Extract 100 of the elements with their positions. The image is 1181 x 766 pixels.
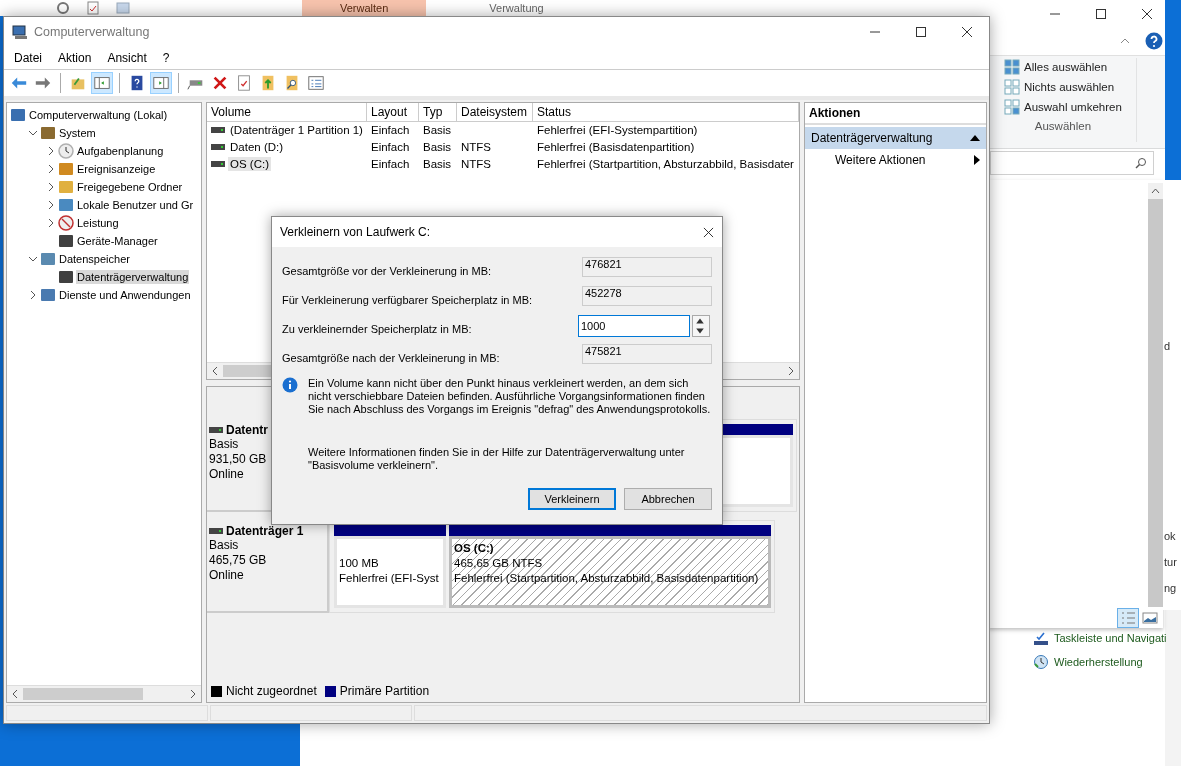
close-icon[interactable] [703,226,714,238]
readonly-field: 476821 [582,257,712,277]
legend-label: Nicht zugeordnet [226,684,317,698]
drive-icon [58,269,74,285]
chevron-down-icon[interactable] [28,128,38,138]
chevron-right-icon[interactable] [46,182,56,192]
tree-item[interactable]: Computerverwaltung (Lokal) [28,108,169,122]
close-icon[interactable] [1141,8,1153,20]
submenu-triangle-icon [974,155,980,165]
tree-item[interactable]: Ereignisanzeige [76,162,157,176]
panel-header: Aktionen [805,103,986,125]
window-title: Computerverwaltung [34,25,150,39]
spin-up-icon[interactable] [693,316,707,326]
scrollbar[interactable] [1148,183,1163,607]
tree-item[interactable]: Aufgabenplanung [76,144,165,158]
dialog-title: Verkleinern von Laufwerk C: [280,225,431,239]
table-cell-text: Einfach [370,157,411,170]
ribbon-button[interactable]: Nichts auswählen [1002,78,1124,96]
disk-size: 465,75 GB [209,553,268,568]
disk-type: Basis [209,538,240,553]
tree-item[interactable]: Freigegebene Ordner [76,180,184,194]
tree-item[interactable]: Datenspeicher [58,252,131,266]
table-cell-text: Fehlerfrei (Startpartition, Absturzabbild, Basisdater [536,157,795,170]
legend-label: Primäre Partition [339,684,430,698]
chevron-right-icon[interactable] [46,218,56,228]
table-cell-text: Fehlerfrei (EFI-Systempartition) [536,123,699,136]
table-cell[interactable]: Daten (D:) [228,139,286,154]
ribbon-tab[interactable]: Verwaltung [451,0,582,16]
tree-item[interactable]: Lokale Benutzer und Gr [76,198,195,212]
help-icon[interactable] [1145,32,1163,50]
maximize-icon[interactable] [1095,8,1107,20]
action-section[interactable]: Datenträgerverwaltung [805,127,986,149]
menu-item[interactable]: Aktion [50,49,100,67]
action-item[interactable]: Weitere Aktionen [805,149,986,171]
collapse-triangle-icon [970,135,980,141]
table-cell-text: Einfach [370,123,411,136]
drive-icon [209,528,223,534]
chevron-down-icon[interactable] [28,254,38,264]
tree-item[interactable]: System [58,126,97,140]
drive-icon [211,160,225,167]
help-text: Weitere Informationen finden Sie in der Hilfe zur Datenträgerverwaltung unter "Basisvolume verkleinern". [308,446,686,472]
table-cell[interactable]: (Datenträger 1 Partition 1) [228,122,365,137]
dialog-button[interactable]: Abbrechen [624,488,712,510]
table-cell[interactable]: OS (C:) [228,156,271,171]
scrollbar[interactable] [7,685,201,702]
chevron-right-icon[interactable] [28,290,38,300]
gauge-icon [58,215,74,231]
delete-icon [211,74,229,92]
list-icon [307,74,325,92]
chevron-right-icon[interactable] [46,146,56,156]
text-fragment: ng [1164,582,1177,594]
tree-item[interactable]: Geräte-Manager [76,234,159,248]
column-header[interactable]: Status [533,103,799,122]
column-header[interactable]: Dateisystem [457,103,533,122]
group-label: Auswählen [1034,120,1092,132]
taskbar-icon [1033,630,1049,646]
maximize-icon[interactable] [915,26,927,38]
column-header[interactable]: Volume [207,103,367,122]
grid-icon [1004,59,1020,75]
chevron-right-icon[interactable] [46,164,56,174]
ribbon-button[interactable]: Alles auswählen [1002,58,1124,76]
search-icon [1135,157,1147,169]
info-icon [282,377,298,393]
table-cell-text: Basis [422,140,453,153]
settings-link[interactable]: Taskleiste und Navigati [1054,632,1167,644]
partition-text: Fehlerfrei (EFI-Syst [339,571,440,586]
dialog-button[interactable]: Verkleinern [528,488,616,510]
disk-name: Datentr [226,423,268,437]
column-header[interactable]: Typ [419,103,457,122]
partition-label: OS (C:) [454,541,495,556]
clock-icon [58,143,74,159]
menu-item[interactable]: Datei [6,49,50,67]
document-check-icon[interactable] [86,1,100,15]
field-label: Gesamtgröße nach der Verkleinerung in MB: [282,351,501,364]
disk-status: Online [209,568,245,583]
picture-view-icon[interactable] [1140,609,1160,627]
table-cell-text: Einfach [370,140,411,153]
ribbon-tab[interactable]: Verwalten [302,0,427,16]
settings-link[interactable]: Wiederherstellung [1054,656,1143,668]
clock-icon [1033,654,1049,670]
toolbar-button[interactable] [91,72,113,94]
tree-item[interactable]: Leistung [76,216,120,230]
toolbar-button[interactable] [150,72,172,94]
scroll-up-icon[interactable] [1148,183,1163,199]
pane-icon [93,74,111,92]
drive-icon [211,126,225,133]
close-icon[interactable] [961,26,973,38]
ribbon-button[interactable]: Auswahl umkehren [1002,98,1124,116]
scrollbar-thumb[interactable] [23,688,143,700]
menu-item[interactable]: ? [154,49,178,67]
partition-text: 465,65 GB NTFS [454,556,544,571]
disk-status: Online [209,467,245,482]
search-field[interactable] [990,151,1154,175]
text-fragment: tur [1164,556,1177,568]
tree-item[interactable]: Dienste und Anwendungen [58,288,192,302]
text-fragment: d [1164,340,1171,352]
chevron-right-icon[interactable] [46,200,56,210]
column-header[interactable]: Layout [367,103,419,122]
tree-item[interactable]: Datenträgerverwaltung [76,270,190,284]
menu-item[interactable]: Ansicht [99,49,155,67]
